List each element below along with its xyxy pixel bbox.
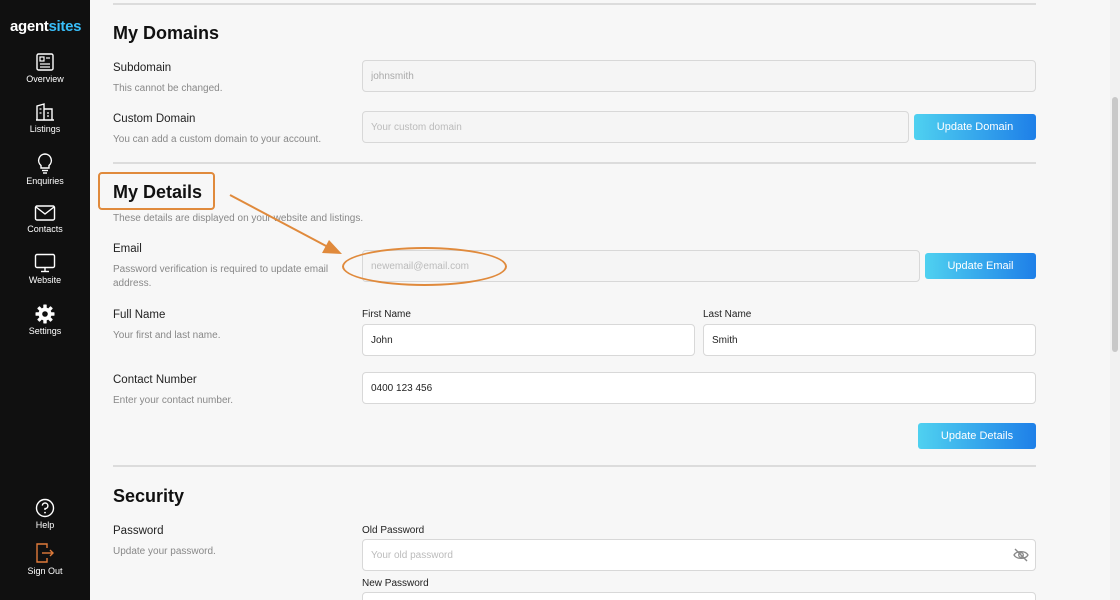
- full-name-desc: Your first and last name.: [113, 330, 221, 341]
- help-icon: [35, 498, 55, 518]
- new-password-label: New Password: [362, 578, 429, 589]
- overview-icon: [36, 53, 54, 71]
- sidebar-item-label: Website: [28, 275, 62, 285]
- password-desc: Update your password.: [113, 546, 216, 557]
- custom-domain-desc: You can add a custom domain to your acco…: [113, 134, 322, 145]
- envelope-icon: [34, 205, 56, 221]
- sidebar-item-label: Overview: [26, 74, 64, 84]
- scrollbar-thumb[interactable]: [1112, 97, 1118, 352]
- old-password-input[interactable]: [362, 539, 1036, 571]
- custom-domain-input[interactable]: [362, 111, 909, 143]
- sidebar-item-website[interactable]: Website: [0, 253, 90, 285]
- annotation-highlight-box: [98, 172, 215, 210]
- sidebar-item-listings[interactable]: Listings: [0, 102, 90, 134]
- lightbulb-icon: [37, 153, 53, 174]
- first-name-input[interactable]: [362, 324, 695, 356]
- domains-title: My Domains: [113, 23, 220, 43]
- sidebar-item-label: Sign Out: [27, 566, 63, 576]
- update-domain-button[interactable]: Update Domain: [914, 114, 1036, 140]
- sidebar-item-label: Help: [35, 520, 55, 530]
- sidebar-item-enquiries[interactable]: Enquiries: [0, 152, 90, 186]
- sidebar-item-settings[interactable]: Settings: [0, 304, 90, 336]
- old-password-label: Old Password: [362, 525, 425, 536]
- update-email-button[interactable]: Update Email: [925, 253, 1036, 279]
- gear-icon: [35, 304, 55, 324]
- last-name-input[interactable]: [703, 324, 1036, 356]
- first-name-label: First Name: [362, 309, 411, 320]
- listings-icon: [36, 103, 54, 121]
- sidebar-item-label: Settings: [28, 326, 62, 336]
- sidebar-item-label: Contacts: [27, 224, 63, 234]
- password-label: Password: [113, 525, 164, 537]
- eye-off-icon[interactable]: [1013, 548, 1029, 562]
- sidebar-item-overview[interactable]: Overview: [0, 52, 90, 84]
- sidebar-item-help[interactable]: Help: [0, 498, 90, 530]
- email-desc: Password verification is required to upd…: [113, 264, 329, 289]
- sidebar-item-contacts[interactable]: Contacts: [0, 204, 90, 234]
- new-password-input[interactable]: [362, 592, 1036, 600]
- security-title: Security: [113, 486, 185, 506]
- scrollbar[interactable]: [1110, 0, 1120, 600]
- subdomain-desc: This cannot be changed.: [113, 83, 223, 94]
- monitor-icon: [34, 253, 56, 273]
- brand-logo[interactable]: agentsites: [10, 18, 82, 35]
- contact-number-desc: Enter your contact number.: [113, 395, 234, 406]
- last-name-label: Last Name: [703, 309, 752, 320]
- sidebar-item-label: Enquiries: [26, 176, 64, 186]
- contact-number-input[interactable]: [362, 372, 1036, 404]
- sidebar-item-label: Listings: [29, 124, 61, 134]
- contact-number-label: Contact Number: [113, 374, 197, 386]
- divider: [113, 162, 1036, 164]
- custom-domain-label: Custom Domain: [113, 113, 196, 125]
- update-details-button[interactable]: Update Details: [918, 423, 1036, 449]
- annotation-highlight-ellipse: [342, 247, 507, 286]
- sidebar-item-sign-out[interactable]: Sign Out: [0, 542, 90, 576]
- divider: [113, 3, 1036, 5]
- annotation-arrow: [229, 194, 342, 254]
- divider: [113, 465, 1036, 467]
- full-name-label: Full Name: [113, 309, 166, 321]
- subdomain-label: Subdomain: [113, 62, 172, 74]
- sidebar: agentsites Overview Listings Enquiries C…: [0, 0, 90, 600]
- subdomain-field[interactable]: [362, 60, 1036, 92]
- email-label: Email: [113, 243, 142, 255]
- sign-out-icon: [36, 543, 54, 563]
